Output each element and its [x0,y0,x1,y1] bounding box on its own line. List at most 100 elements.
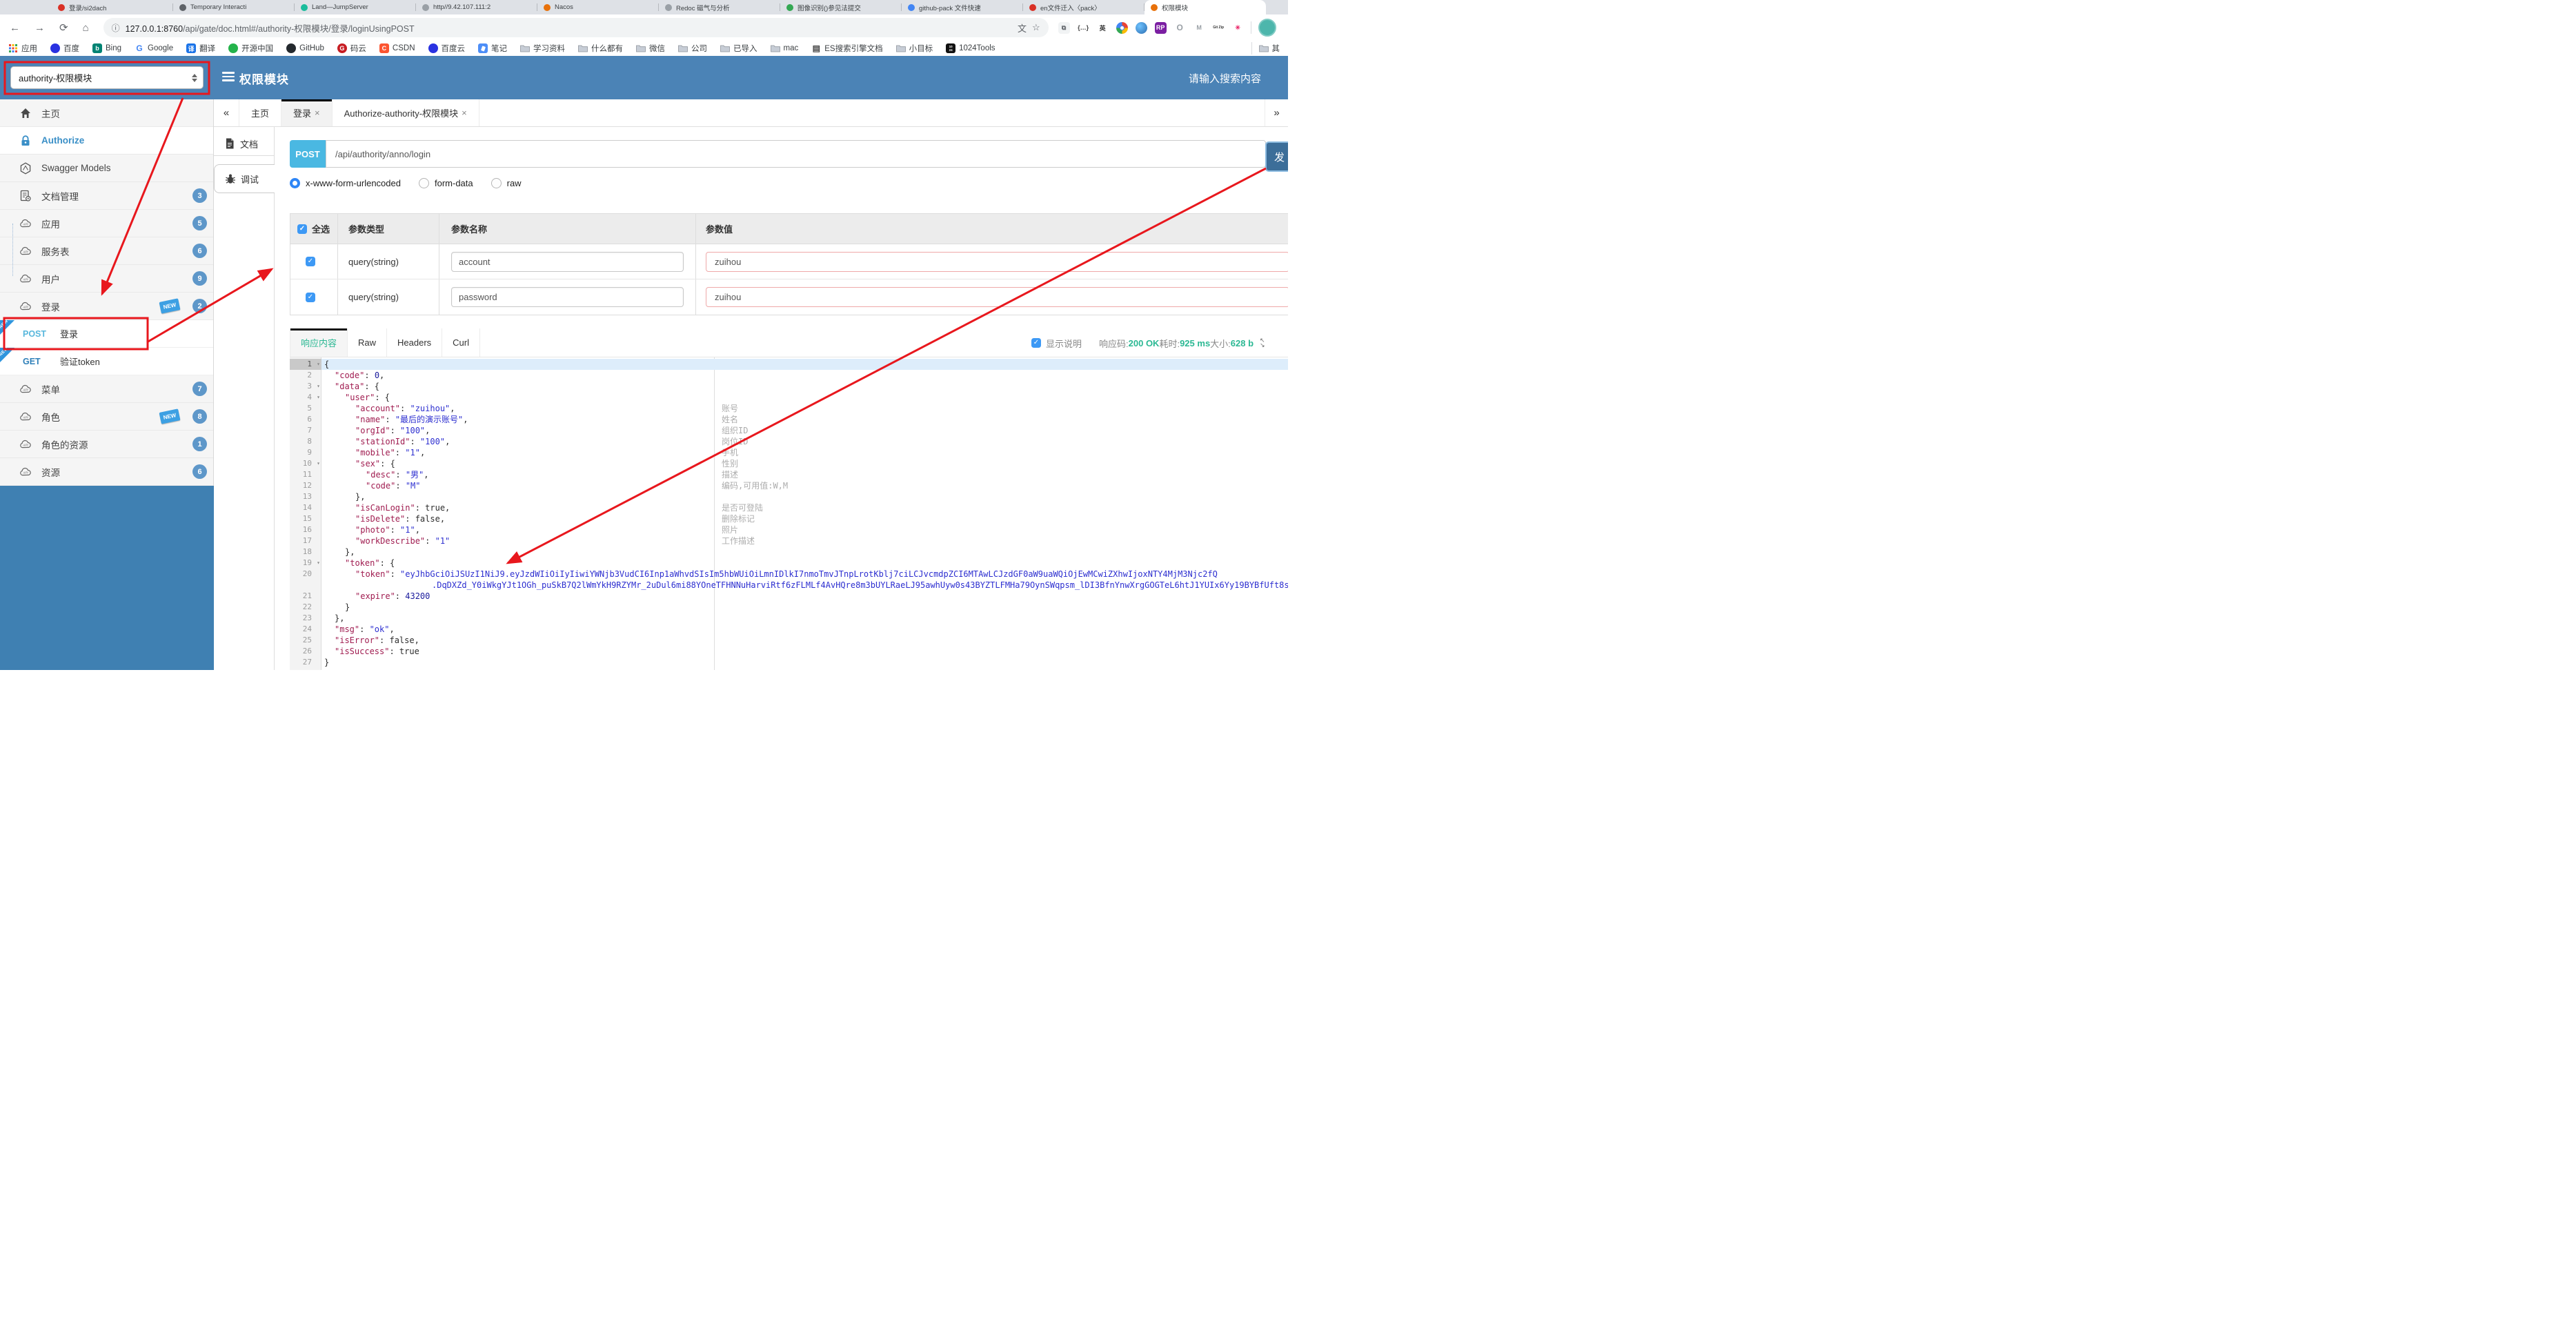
bookmark-item[interactable]: 开源中国 [228,43,273,54]
browser-tab[interactable]: 图像识别()参见法提交 [780,0,902,14]
page-info-icon[interactable]: ⓘ [112,22,120,34]
response-tab-响应内容[interactable]: 响应内容 [290,328,348,357]
param-checkbox[interactable]: ✓ [306,257,315,266]
fold-arrow-icon[interactable]: ▾ [317,392,320,403]
browser-tab[interactable]: en文件迁入〈pack〉 [1023,0,1145,14]
sidebar-item-角色的资源[interactable]: API 角色的资源 1 [0,431,213,458]
radio-icon[interactable] [290,177,300,188]
fold-arrow-icon[interactable]: ▾ [317,558,320,569]
bookmark-item[interactable]: 10 24 1024Tools [946,43,995,53]
browser-tab[interactable]: Land—JumpServer [295,0,416,14]
workspace-tab-登录[interactable]: 登录 × [281,99,333,126]
workspace-tab-主页[interactable]: 主页 [239,99,282,126]
param-value-input[interactable]: zuihou [706,251,1288,272]
sidebar-item-Authorize[interactable]: Authorize [0,127,213,155]
home-icon[interactable]: ⌂ [83,22,89,34]
bookmark-item[interactable]: 公司 [678,43,707,54]
sidebar-item-角色[interactable]: API 角色 NEW 8 [0,403,213,431]
param-value-input[interactable]: zuihou [706,287,1288,307]
module-select[interactable]: authority-权限模块 [10,66,204,89]
radio-icon[interactable] [418,177,429,188]
reload-icon[interactable]: ⟳ [59,21,68,34]
close-tab-icon[interactable]: × [315,108,320,118]
sidebar-item-应用[interactable]: API 应用 5 [0,210,213,237]
address-bar[interactable]: ⓘ 127.0.0.1:8760/api/gate/doc.html#/auth… [103,18,1049,37]
sidebar-item-Swagger Models[interactable]: Swagger Models [0,155,213,182]
response-tab-Curl[interactable]: Curl [442,328,481,357]
expand-tabs-icon[interactable]: » [1265,99,1288,126]
browser-tab[interactable]: 登录/si2dach [52,0,173,14]
content-type-option[interactable]: raw [491,177,522,188]
chevron-icon[interactable]: M [1193,21,1205,34]
ring-icon[interactable]: O [1173,21,1186,34]
page-icon[interactable]: ⧉ [1058,21,1070,34]
menu-hamburger-icon[interactable] [222,72,235,83]
browser-tab[interactable]: Temporary Interacti [173,0,295,14]
param-name-input[interactable]: password [451,287,684,307]
bookmark-item[interactable]: 笔记 [478,43,507,54]
header-search-input[interactable]: 请输入搜索内容 [1189,71,1261,86]
show-desc-checkbox[interactable]: ✓ [1031,338,1041,348]
asterisk-icon[interactable]: ✳ [1231,21,1244,34]
browser-tab[interactable]: http//9.42.107.111:2 [416,0,537,14]
rp-icon[interactable]: RP [1154,21,1167,34]
bookmark-item[interactable]: 小目标 [895,43,933,54]
fold-arrow-icon[interactable]: ▾ [317,381,320,392]
bookmark-item[interactable]: GitHub [286,43,324,53]
globe-icon[interactable] [1135,21,1147,34]
profile-avatar[interactable] [1258,19,1276,37]
browser-tab[interactable]: github-pack 文件快速 [902,0,1023,14]
bookmark-item[interactable]: 百度 [50,43,79,54]
bookmark-item[interactable]: 应用 [8,43,37,54]
bookmark-item[interactable]: 其 [1258,43,1280,54]
bookmark-item[interactable]: G 码云 [337,43,366,54]
bookmark-item[interactable]: ▤ ES搜索引擎文档 [811,43,883,54]
response-tab-Raw[interactable]: Raw [348,328,388,357]
en-translate-icon[interactable]: 英 [1096,21,1109,34]
bookmark-item[interactable]: G Google [135,43,173,53]
sidebar-item-用户[interactable]: API 用户 9 [0,265,213,293]
radio-icon[interactable] [491,177,502,188]
send-button[interactable]: 发 [1265,141,1288,172]
nav-文档[interactable]: 文档 [214,132,274,156]
content-type-option[interactable]: x-www-form-urlencoded [290,177,401,188]
sidebar-item-登录[interactable]: API 登录 NEW 2 [0,293,213,320]
sidebar-item-资源[interactable]: API 资源 6 [0,458,213,486]
param-checkbox[interactable]: ✓ [306,292,315,302]
braces-icon[interactable]: {…} [1077,21,1089,34]
sidebar-item-主页[interactable]: 主页 [0,99,213,127]
fold-arrow-icon[interactable]: ▾ [317,359,320,370]
select-all-checkbox[interactable]: ✓ [297,224,307,234]
bookmark-item[interactable]: 已导入 [720,43,757,54]
sidebar-item-菜单[interactable]: API 菜单 7 [0,375,213,403]
collapse-tabs-icon[interactable]: « [214,99,239,126]
bookmark-item[interactable]: b Bing [92,43,121,53]
param-name-input[interactable]: account [451,251,684,272]
browser-tab[interactable]: Redoc 磁气与分析 [659,0,780,14]
nav-调试[interactable]: 调试 [214,164,275,193]
sidebar-item-文档管理[interactable]: 文档管理 3 [0,182,213,210]
bookmark-item[interactable]: 什么都有 [578,43,623,54]
response-tab-Headers[interactable]: Headers [387,328,443,357]
fullscreen-icon[interactable]: ↖ ↘ [1260,337,1265,348]
fold-arrow-icon[interactable]: ▾ [317,458,320,469]
translate-icon[interactable]: 文 [1018,21,1027,35]
browser-tab[interactable]: Nacos [537,0,659,14]
back-icon[interactable]: ← [10,22,20,34]
bookmark-item[interactable]: C CSDN [379,43,415,53]
gitzip-icon[interactable]: Git Zip [1212,21,1225,34]
bookmark-item[interactable]: 学习资料 [520,43,565,54]
content-type-option[interactable]: form-data [418,177,473,188]
sidebar-endpoint-post[interactable]: NEW POST 登录 [0,319,213,348]
bookmark-item[interactable]: mac [770,43,798,53]
bookmark-item[interactable]: 微信 [636,43,665,54]
chrome-icon[interactable] [1116,21,1128,34]
bookmark-star-icon[interactable]: ☆ [1032,22,1040,33]
sidebar-item-服务表[interactable]: API 服务表 6 [0,237,213,265]
bookmark-item[interactable]: 百度云 [428,43,465,54]
request-path-input[interactable]: /api/authority/anno/login [326,140,1266,168]
forward-icon[interactable]: → [34,22,45,34]
bookmark-item[interactable]: 译翻译 [186,43,215,54]
sidebar-endpoint-get[interactable]: NEW GET 验证token [0,346,213,375]
close-tab-icon[interactable]: × [462,108,467,118]
